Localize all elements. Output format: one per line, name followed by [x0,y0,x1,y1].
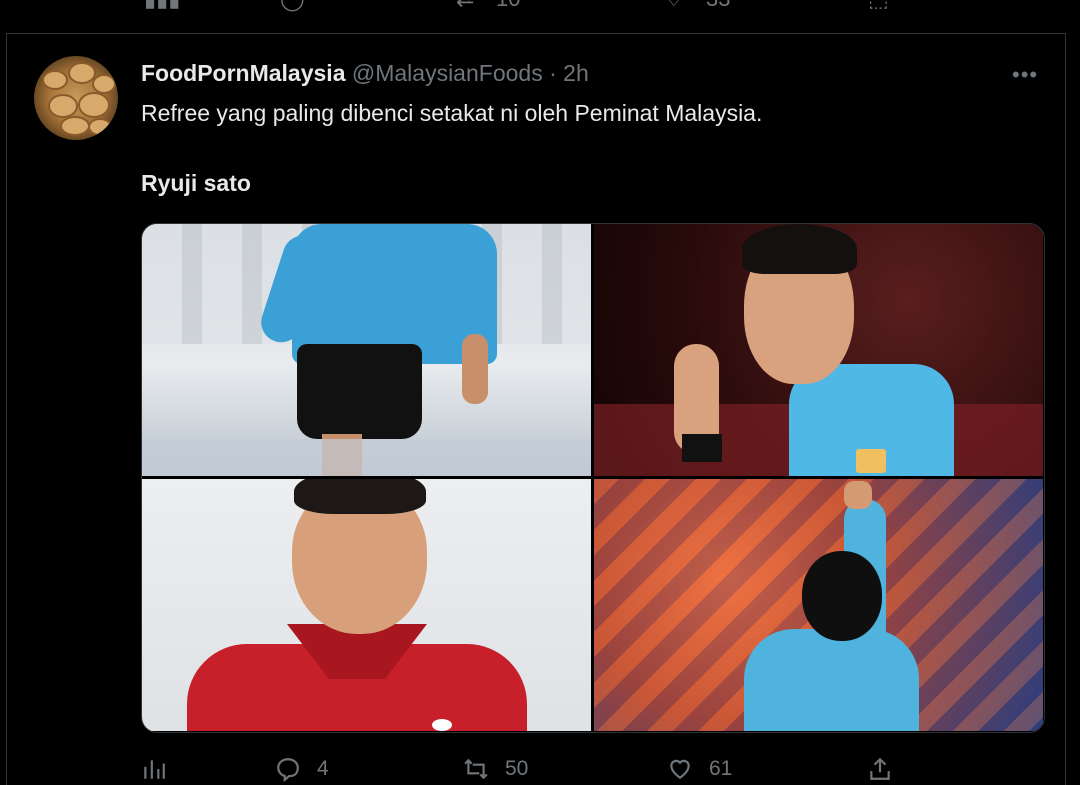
photo-referee-raising-arm[interactable] [594,479,1043,731]
more-options-icon[interactable]: ••• [1012,62,1038,88]
share-icon [870,757,890,780]
media-grid [141,223,1045,733]
reply-icon[interactable]: ◯ [280,0,305,12]
retweet-button[interactable]: 50 [463,756,528,782]
share-button[interactable] [867,756,893,782]
retweet-icon [464,758,488,780]
reply-button[interactable]: 4 [275,756,329,782]
tweet-text-bold-line: Ryuji sato [141,170,251,196]
tweet-header: FoodPornMalaysia @MalaysianFoods · 2h [141,60,589,87]
like-count: 61 [709,757,733,780]
tweet-divider [6,33,1066,34]
photo-referee-portrait[interactable] [142,479,591,731]
avatar[interactable] [34,56,118,140]
reply-count: 4 [317,757,329,780]
photo-referee-running[interactable] [142,224,591,476]
like-count: 33 [706,0,730,12]
like-icon[interactable]: ♡ [664,0,684,12]
handle[interactable]: @MalaysianFoods [352,60,543,86]
photo-referee-whistle[interactable] [594,224,1043,476]
tweet-actions: 4 50 61 [141,754,1041,785]
retweet-count: 50 [505,757,529,780]
retweet-count: 10 [496,0,520,12]
like-button[interactable]: 61 [667,756,732,782]
views-button[interactable] [141,756,183,782]
timeline-border-right [1065,33,1066,785]
meta-separator: · [542,60,564,86]
tweet-text-line: Refree yang paling dibenci setakat ni ol… [141,100,763,126]
views-icon[interactable]: ▮▮▮ [144,0,180,12]
reply-icon [277,758,299,782]
retweet-icon[interactable]: ⇄ [456,0,474,12]
tweet-text: Refree yang paling dibenci setakat ni ol… [141,98,1021,198]
analytics-icon [144,760,165,779]
display-name[interactable]: FoodPornMalaysia [141,60,345,86]
heart-icon [670,759,690,779]
share-icon[interactable]: ⬚ [868,0,889,12]
timeline-border-left [6,33,7,785]
timestamp[interactable]: 2h [563,60,589,86]
previous-tweet-actions: ▮▮▮ ◯ ⇄ 10 ♡ 33 ⬚ [140,0,1020,12]
